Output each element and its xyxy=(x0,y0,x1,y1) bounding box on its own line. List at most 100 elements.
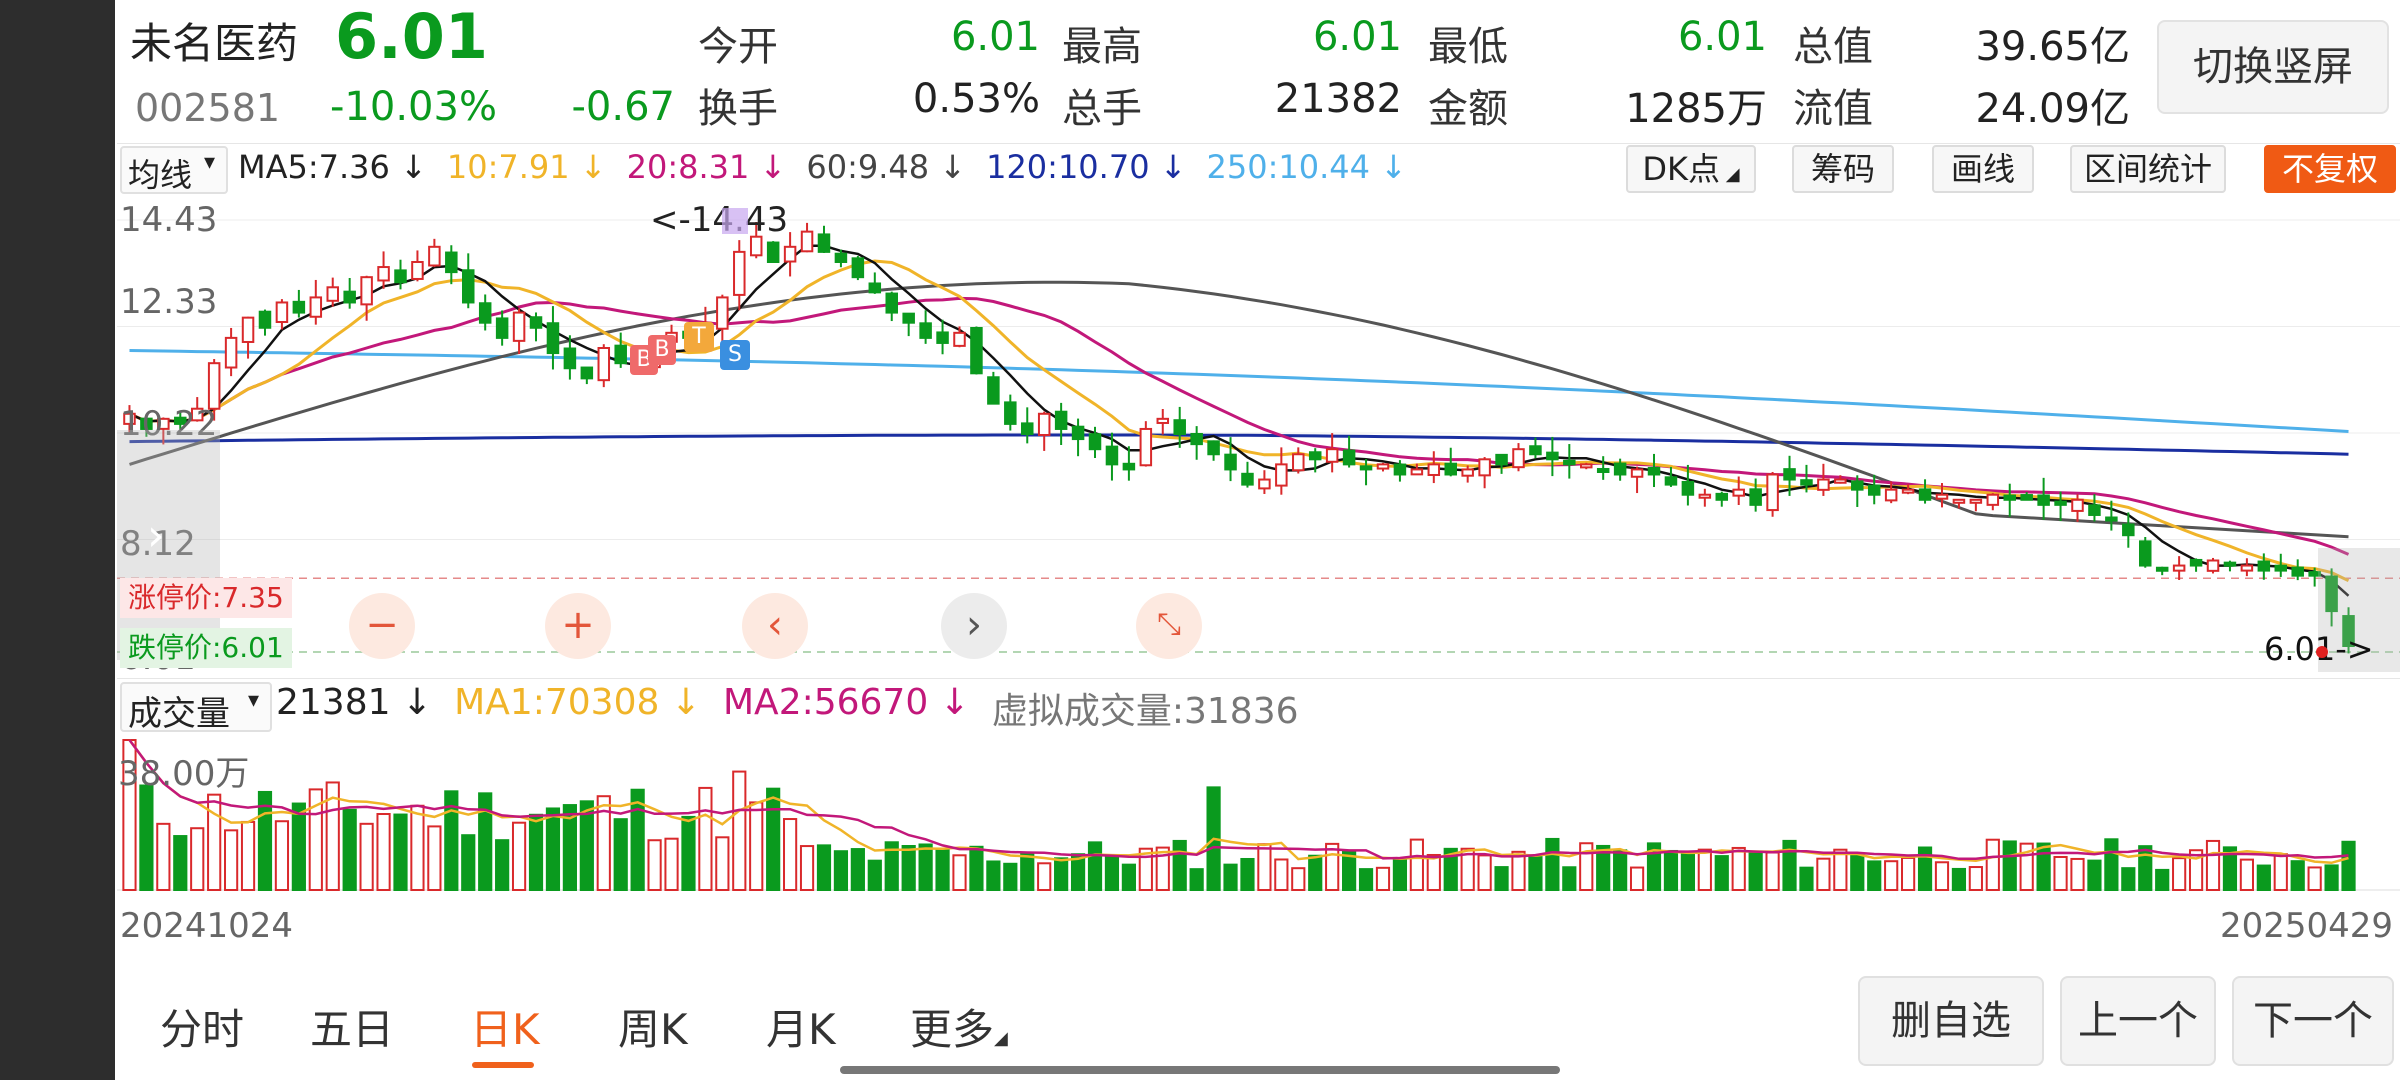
volume-bar xyxy=(1003,862,1018,891)
tab-more[interactable]: 更多◢ xyxy=(910,996,1008,1057)
volume-bar xyxy=(545,807,561,891)
last-price-dot xyxy=(2316,646,2328,658)
home-indicator[interactable] xyxy=(840,1066,1560,1074)
volume-bar xyxy=(1748,850,1763,891)
date-end: 20250429 xyxy=(2220,906,2394,946)
volume-bar xyxy=(715,836,730,891)
volume-chart[interactable] xyxy=(117,736,2400,896)
zoom-out-button[interactable]: − xyxy=(349,593,415,659)
candle xyxy=(733,250,746,296)
chip-button[interactable]: 筹码 xyxy=(1792,145,1894,193)
volume-bars xyxy=(122,739,2356,892)
volume-bar xyxy=(1528,854,1543,891)
no-adjust-button[interactable]: 不复权 xyxy=(2264,145,2396,193)
volume-bar xyxy=(867,859,882,891)
remove-watchlist-button[interactable]: 删自选 xyxy=(1858,976,2044,1066)
volume-bar xyxy=(1121,863,1136,892)
volume-bar xyxy=(1816,857,1831,891)
amount-label: 金额 xyxy=(1428,86,1508,132)
total-cap-value: 39.65亿 xyxy=(1975,24,2130,70)
candle xyxy=(343,290,356,304)
limit-down-label: 跌停价:6.01 xyxy=(120,628,292,668)
volume-bar xyxy=(698,786,713,892)
volume-bar xyxy=(1274,858,1289,891)
candlestick-chart[interactable] xyxy=(117,198,2400,676)
volume-bar xyxy=(1697,848,1712,892)
volume-bar xyxy=(2172,857,2187,892)
tab-five-day[interactable]: 五日 xyxy=(310,996,394,1057)
candle xyxy=(2020,494,2033,501)
move-right-button[interactable]: › xyxy=(941,593,1007,659)
collapse-icon[interactable]: ⤡ xyxy=(1136,593,1202,659)
candle xyxy=(1732,488,1745,497)
candle xyxy=(2240,564,2254,572)
candle xyxy=(241,316,255,343)
open-label: 今开 xyxy=(698,24,778,70)
move-left-button[interactable]: ‹ xyxy=(742,593,808,659)
previous-button[interactable]: 上一个 xyxy=(2060,976,2216,1066)
tab-intraday[interactable]: 分时 xyxy=(160,996,244,1057)
candle xyxy=(766,241,780,263)
candle xyxy=(1275,463,1288,487)
volume-ma1: MA1:70308 ↓ xyxy=(454,682,701,723)
virtual-volume: 虚拟成交量:31836 xyxy=(991,691,1299,732)
volume-bar xyxy=(986,860,1001,891)
price-axis-2: 12.33 xyxy=(120,282,218,322)
candle xyxy=(428,245,441,267)
sell-marker[interactable]: S xyxy=(720,340,750,370)
volume-bar xyxy=(274,820,290,891)
candle xyxy=(1139,427,1153,467)
tab-monthly-k[interactable]: 月K xyxy=(766,996,836,1057)
volume-bar xyxy=(1375,866,1391,891)
candle xyxy=(970,327,983,375)
candle xyxy=(936,331,949,344)
range-stats-button[interactable]: 区间统计 xyxy=(2070,145,2226,193)
candle xyxy=(1749,488,1762,506)
candle xyxy=(1037,412,1051,437)
volume-bar xyxy=(749,801,764,891)
next-button[interactable]: 下一个 xyxy=(2232,976,2394,1066)
ma250-value: 250:10.44 ↓ xyxy=(1206,148,1407,186)
volume-bar xyxy=(1545,837,1560,891)
candle xyxy=(1783,468,1796,481)
candle xyxy=(1444,462,1457,476)
candle xyxy=(546,322,560,355)
candle xyxy=(563,347,577,370)
volume-bar xyxy=(376,813,391,891)
volume-bar xyxy=(1087,841,1103,891)
volume-selector[interactable]: 成交量 ▾ xyxy=(120,682,272,734)
volume-bar xyxy=(1308,854,1323,891)
volume-bar xyxy=(799,845,815,891)
candle xyxy=(1241,472,1254,486)
dropdown-arrow-icon: ▾ xyxy=(204,150,216,175)
stock-code: 002581 xyxy=(135,86,281,130)
switch-portrait-button[interactable]: 切换竖屏 xyxy=(2157,20,2389,114)
volume-bar xyxy=(190,827,205,891)
candle xyxy=(1393,463,1407,476)
dk-point-button[interactable]: DK点 ◢ xyxy=(1626,145,1756,193)
volume-bar xyxy=(647,839,662,891)
tab-daily-k[interactable]: 日K xyxy=(470,996,540,1057)
volume-bar xyxy=(1951,867,1967,892)
volume-bar xyxy=(664,837,679,891)
zoom-in-button[interactable]: + xyxy=(545,593,611,659)
volume-bar xyxy=(1358,868,1374,891)
draw-line-button[interactable]: 画线 xyxy=(1932,145,2034,193)
volume-bar xyxy=(1240,857,1255,891)
volume-bar xyxy=(952,854,967,891)
candle xyxy=(1630,468,1644,478)
candle xyxy=(495,317,509,339)
volume-bar xyxy=(1663,849,1679,891)
buy-marker[interactable]: B xyxy=(648,335,676,365)
ma-selector[interactable]: 均线 ▾ xyxy=(120,146,228,194)
t-marker[interactable]: T xyxy=(684,322,714,352)
volume-bar xyxy=(833,850,849,891)
volume-bar xyxy=(1867,860,1882,891)
active-tab-indicator xyxy=(472,1062,534,1068)
left-scroll-handle[interactable]: › xyxy=(117,430,220,660)
volume-bar xyxy=(783,818,798,891)
tab-weekly-k[interactable]: 周K xyxy=(618,996,688,1057)
candle xyxy=(2105,516,2118,522)
volume-bar xyxy=(1968,866,1983,892)
candle xyxy=(1884,488,1898,502)
